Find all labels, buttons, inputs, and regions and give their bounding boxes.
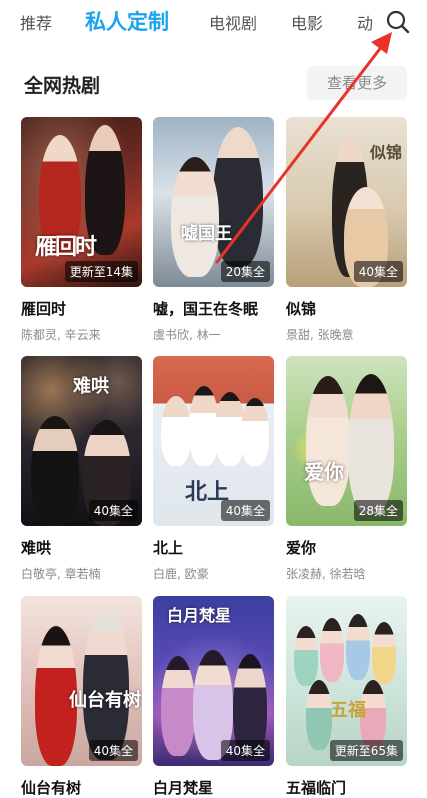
episode-badge: 28集全: [353, 500, 403, 521]
poster-title-art: 嘘国王: [181, 224, 232, 244]
show-title: 难哄: [21, 539, 52, 557]
poster-title-art: 难哄: [73, 376, 109, 397]
show-cast: 陈都灵, 辛云来: [21, 328, 101, 342]
show-cast: 景甜, 张晚意: [286, 328, 354, 342]
search-icon[interactable]: [385, 9, 411, 35]
top-tab-bar: 推荐 私人定制 电视剧 电影 动: [0, 0, 427, 44]
show-poster[interactable]: 雁回时 更新至14集: [21, 117, 142, 287]
show-poster[interactable]: 难哄 40集全: [21, 356, 142, 526]
poster-title-art: 爱你: [304, 460, 344, 484]
show-poster[interactable]: 仙台有树 40集全: [21, 596, 142, 766]
show-poster[interactable]: 五福 更新至65集: [286, 596, 407, 766]
episode-badge: 更新至14集: [64, 261, 138, 282]
tab-tv-series[interactable]: 电视剧: [209, 10, 257, 34]
episode-badge: 40集全: [88, 740, 138, 761]
episode-badge: 40集全: [220, 500, 270, 521]
poster-title-art: 五福: [330, 700, 366, 721]
show-title: 白月梵星: [153, 779, 214, 797]
tab-personal-custom[interactable]: 私人定制: [85, 6, 169, 36]
show-poster[interactable]: 白月梵星 40集全: [153, 596, 274, 766]
poster-title-art: 似锦: [370, 143, 403, 162]
tab-anime[interactable]: 动: [357, 10, 373, 34]
show-title: 爱你: [286, 539, 317, 557]
show-poster[interactable]: 爱你 28集全: [286, 356, 407, 526]
show-cast: 张凌赫, 徐若晗: [286, 567, 366, 581]
show-poster[interactable]: 似锦 40集全: [286, 117, 407, 287]
show-title: 北上: [153, 539, 184, 557]
episode-badge: 更新至65集: [329, 740, 403, 761]
tab-recommend[interactable]: 推荐: [20, 10, 52, 34]
show-cast: 白敬亭, 章若楠: [21, 567, 101, 581]
show-cast: 虞书欣, 林一: [153, 328, 221, 342]
poster-title-art: 仙台有树: [69, 690, 141, 711]
show-poster[interactable]: 北上 40集全: [153, 356, 274, 526]
view-more-button[interactable]: 查看更多: [307, 66, 407, 100]
episode-badge: 40集全: [353, 261, 403, 282]
show-title: 仙台有树: [21, 779, 82, 797]
episode-badge: 20集全: [220, 261, 270, 282]
show-title: 五福临门: [286, 779, 347, 797]
show-title: 雁回时: [21, 300, 67, 318]
show-title: 嘘，国王在冬眠: [153, 300, 259, 318]
show-title: 似锦: [286, 300, 317, 318]
show-poster[interactable]: 嘘国王 20集全: [153, 117, 274, 287]
episode-badge: 40集全: [220, 740, 270, 761]
tab-movies[interactable]: 电影: [291, 10, 323, 34]
section-title: 全网热剧: [24, 75, 101, 97]
show-cast: 白鹿, 欧豪: [153, 567, 209, 581]
poster-title-art: 白月梵星: [167, 606, 232, 625]
poster-title-art: 雁回时: [35, 234, 97, 260]
episode-badge: 40集全: [88, 500, 138, 521]
